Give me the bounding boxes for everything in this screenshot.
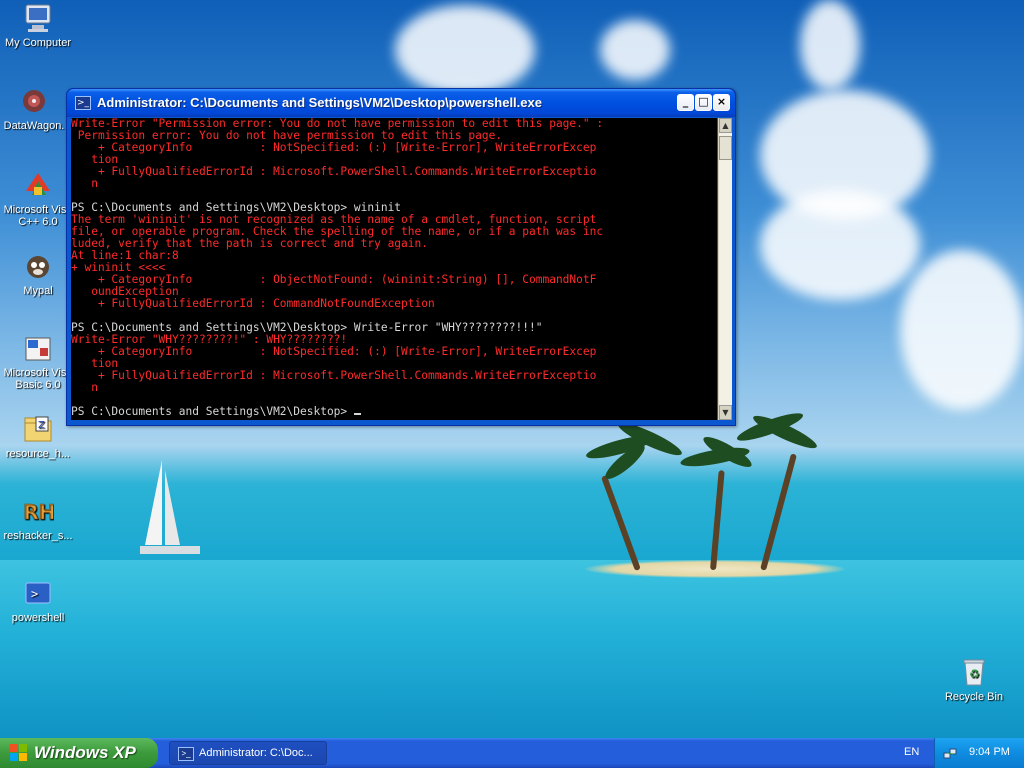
desktop-icon-label: resource_h... — [5, 448, 71, 460]
network-icon[interactable] — [943, 746, 957, 760]
console-line: At line:1 char:8 — [71, 249, 179, 262]
language-indicator[interactable]: EN — [904, 746, 919, 758]
windows-flag-icon — [10, 744, 28, 762]
console-lines: Write-Error "Permission error: You do no… — [71, 118, 717, 406]
visual-cpp-icon — [22, 169, 54, 201]
console-line: + CategoryInfo : NotSpecified: (:) [Writ… — [71, 345, 597, 358]
desktop-icon-recycle-bin[interactable]: ♻ Recycle Bin — [934, 656, 1014, 703]
maximize-button[interactable]: □ — [695, 94, 712, 111]
window-title: Administrator: C:\Documents and Settings… — [97, 95, 542, 110]
recycle-bin-icon: ♻ — [958, 656, 990, 688]
datawagon-icon — [18, 85, 50, 117]
console-line: + FullyQualifiedErrorId : Microsoft.Powe… — [71, 165, 597, 178]
start-button[interactable]: Windows XP — [0, 738, 158, 768]
console-line: n — [71, 381, 98, 394]
visual-basic-icon — [22, 332, 54, 364]
desktop-icon-label: reshacker_s... — [3, 530, 73, 542]
mypal-icon — [22, 250, 54, 282]
taskbar: Windows XP >_ Administrator: C:\Doc... E… — [0, 738, 1024, 768]
text-cursor — [353, 413, 361, 415]
desktop-icon-label: powershell — [11, 612, 65, 624]
scroll-thumb[interactable] — [719, 136, 732, 160]
console-prompt-line[interactable]: PS C:\Documents and Settings\VM2\Desktop… — [71, 406, 717, 418]
desktop-icon-my-computer[interactable]: My Computer — [0, 2, 78, 49]
desktop-icon-powershell[interactable]: > powershell — [0, 577, 78, 624]
powershell-task-icon: >_ — [178, 747, 194, 761]
minimize-button[interactable]: _ — [677, 94, 694, 111]
desktop-icon-label: Recycle Bin — [944, 691, 1004, 703]
vertical-scrollbar[interactable]: ▲ ▼ — [718, 118, 732, 420]
console-line: n — [71, 177, 98, 190]
zip-folder-icon: Z — [22, 413, 54, 445]
powershell-window[interactable]: >_ Administrator: C:\Documents and Setti… — [66, 88, 736, 426]
system-tray: 9:04 PM — [934, 738, 1024, 768]
reshacker-icon: RH — [22, 495, 56, 527]
svg-text:♻: ♻ — [969, 667, 980, 681]
console-line: + FullyQualifiedErrorId : CommandNotFoun… — [71, 297, 435, 310]
taskbar-item-powershell[interactable]: >_ Administrator: C:\Doc... — [169, 741, 327, 765]
close-button[interactable]: × — [713, 94, 730, 111]
scroll-down-icon[interactable]: ▼ — [719, 405, 732, 420]
powershell-icon: > — [22, 577, 54, 609]
powershell-title-icon[interactable]: >_ — [75, 96, 91, 110]
desktop-icon-label: DataWagon. — [3, 120, 65, 132]
clock[interactable]: 9:04 PM — [969, 746, 1010, 758]
svg-text:Z: Z — [38, 420, 45, 431]
scroll-up-icon[interactable]: ▲ — [719, 118, 732, 133]
console-prompt: PS C:\Documents and Settings\VM2\Desktop… — [71, 405, 354, 418]
console-output[interactable]: Write-Error "Permission error: You do no… — [71, 118, 717, 420]
desktop-icon-datawagon[interactable]: DataWagon. — [0, 85, 74, 132]
computer-icon — [22, 2, 54, 34]
start-label: Windows XP — [34, 743, 136, 762]
desktop-icon-label: My Computer — [4, 37, 72, 49]
svg-text:RH: RH — [23, 500, 54, 524]
console-line: + FullyQualifiedErrorId : Microsoft.Powe… — [71, 369, 597, 382]
svg-text:>: > — [31, 587, 38, 601]
desktop-icon-reshacker[interactable]: RH reshacker_s... — [0, 495, 78, 542]
window-titlebar[interactable]: >_ Administrator: C:\Documents and Setti… — [67, 89, 735, 117]
taskbar-item-label: Administrator: C:\Doc... — [199, 747, 313, 759]
console-line: + CategoryInfo : NotSpecified: (:) [Writ… — [71, 141, 597, 154]
sailboat — [140, 460, 200, 560]
